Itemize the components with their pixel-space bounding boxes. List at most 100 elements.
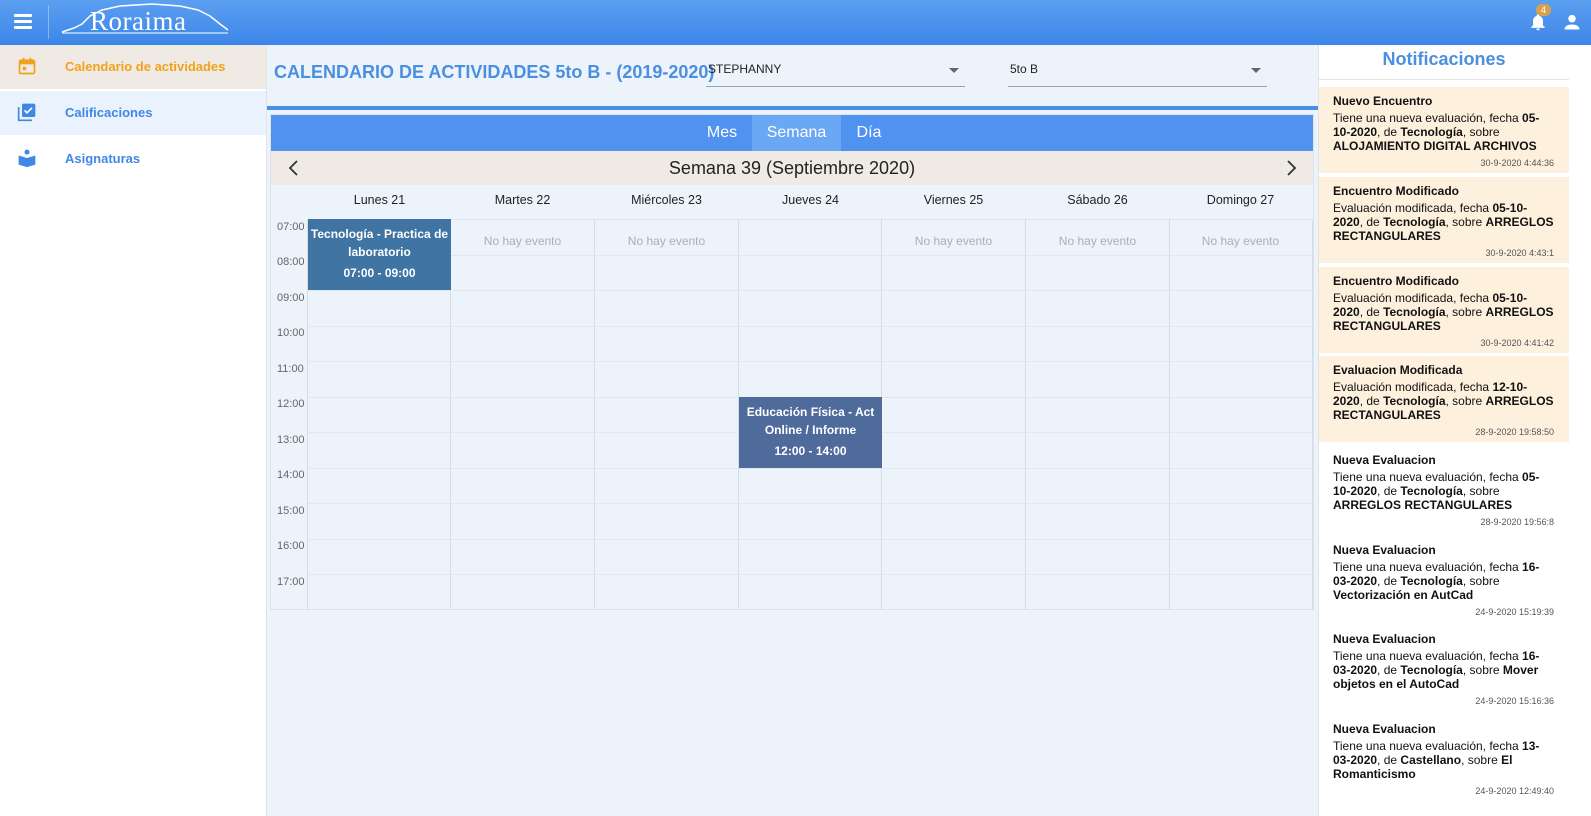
student-select[interactable]: STEPHANNY [706, 59, 965, 87]
notification-item[interactable]: Evaluacion Modificada Evaluación modific… [1319, 356, 1569, 442]
event-time: 07:00 - 09:00 [343, 266, 416, 280]
notification-timestamp: 30-9-2020 4:44:36 [1480, 158, 1554, 168]
notifications-divider [1319, 79, 1569, 80]
notification-timestamp: 24-9-2020 15:19:39 [1475, 607, 1554, 617]
student-select-value: STEPHANNY [708, 62, 782, 76]
notification-item[interactable]: Encuentro Modificado Evaluación modifica… [1319, 267, 1569, 353]
week-title: Semana 39 (Septiembre 2020) [668, 158, 916, 178]
notification-title: Nuevo Encuentro [1333, 94, 1433, 108]
hour-label: 10:00 [277, 327, 305, 339]
calendar-event[interactable]: Educación Física - Act Online / Informe … [739, 397, 882, 468]
section-select[interactable]: 5to B [1008, 59, 1267, 87]
notification-body: Tiene una nueva evaluación, fecha 16-03-… [1333, 649, 1540, 691]
chevron-down-icon [949, 68, 959, 73]
main-content: CALENDARIO DE ACTIVIDADES 5to B - (2019-… [267, 45, 1318, 816]
chevron-down-icon [1251, 68, 1261, 73]
hour-line [307, 574, 1313, 575]
tab-semana[interactable]: Semana [752, 115, 841, 151]
logo-text: Roraima [90, 6, 187, 36]
hour-label: 07:00 [277, 221, 305, 233]
day-column [1169, 220, 1170, 610]
hour-line [307, 539, 1313, 540]
hour-line [307, 255, 1313, 256]
hamburger-menu-icon[interactable] [14, 12, 40, 34]
day-header: Martes 22 [494, 193, 551, 207]
notification-item[interactable]: Nuevo Encuentro Tiene una nueva evaluaci… [1319, 87, 1569, 173]
hour-label: 12:00 [277, 398, 305, 410]
chevron-right-icon[interactable] [1281, 158, 1301, 178]
day-header: Miércoles 23 [631, 193, 702, 207]
notification-item[interactable]: Encuentro Modificado Evaluación modifica… [1319, 177, 1569, 263]
notification-body: Evaluación modificada, fecha 05-10-2020,… [1333, 201, 1554, 243]
sidebar: Calendario de actividades Calificaciones… [0, 45, 267, 816]
user-account-icon[interactable] [1562, 12, 1582, 32]
calendar-week-nav: Semana 39 (Septiembre 2020) [271, 151, 1313, 185]
hour-line [307, 503, 1313, 504]
notification-timestamp: 28-9-2020 19:58:50 [1475, 427, 1554, 437]
roraima-logo[interactable]: Roraima [60, 2, 230, 38]
notification-title: Nueva Evaluacion [1333, 453, 1436, 467]
notification-body: Tiene una nueva evaluación, fecha 13-03-… [1333, 739, 1540, 781]
notifications-scrollbar[interactable] [1569, 45, 1591, 816]
notification-timestamp: 24-9-2020 15:16:36 [1475, 696, 1554, 706]
hour-line [307, 468, 1313, 469]
day-header: Jueves 24 [782, 193, 839, 207]
day-column [594, 220, 595, 610]
section-select-value: 5to B [1010, 62, 1039, 76]
hour-label: 09:00 [277, 292, 305, 304]
top-app-bar: Roraima 4 [0, 0, 1591, 45]
hour-label: 08:00 [277, 256, 305, 268]
notification-item[interactable]: Nueva Evaluacion Tiene una nueva evaluac… [1319, 536, 1569, 622]
hour-label: 13:00 [277, 434, 305, 446]
notification-timestamp: 30-9-2020 4:43:1 [1485, 248, 1554, 258]
notification-title: Encuentro Modificado [1333, 274, 1459, 288]
sidebar-item-label: Asignaturas [65, 151, 141, 166]
notification-item[interactable]: Nueva Evaluacion Tiene una nueva evaluac… [1319, 715, 1569, 801]
sidebar-item-label: Calificaciones [65, 105, 153, 120]
notification-title: Nueva Evaluacion [1333, 722, 1436, 736]
calendar-event[interactable]: Tecnología - Practica de laboratorio 07:… [308, 219, 451, 290]
notifications-title: Notificaciones [1382, 49, 1506, 69]
hour-label: 17:00 [277, 576, 305, 588]
no-event-label: No hay evento [1058, 234, 1137, 248]
notification-timestamp: 30-9-2020 4:41:42 [1480, 338, 1554, 348]
hour-line [307, 361, 1313, 362]
notification-body: Tiene una nueva evaluación, fecha 05-10-… [1333, 470, 1540, 512]
no-event-label: No hay evento [483, 234, 562, 248]
day-column [1312, 220, 1313, 610]
hour-label: 15:00 [277, 505, 305, 517]
no-event-label: No hay evento [627, 234, 706, 248]
event-time: 12:00 - 14:00 [774, 444, 847, 458]
day-header: Lunes 21 [353, 193, 406, 207]
notification-body: Tiene una nueva evaluación, fecha 16-03-… [1333, 560, 1540, 602]
notification-timestamp: 24-9-2020 12:49:40 [1475, 786, 1554, 796]
grades-check-icon [17, 103, 36, 122]
event-title: Educación Física - Act Online / Informe [746, 405, 875, 437]
hour-line [307, 326, 1313, 327]
event-title: Tecnología - Practica de laboratorio [310, 227, 449, 259]
notification-item[interactable]: Nueva Evaluacion Tiene una nueva evaluac… [1319, 446, 1569, 532]
calendar-view-switcher: Mes Semana Día [271, 115, 1313, 151]
notification-count-badge: 4 [1536, 4, 1551, 16]
hour-label: 11:00 [277, 363, 304, 375]
sidebar-item-label: Calendario de actividades [65, 59, 226, 74]
logo-divider [48, 5, 49, 39]
sidebar-item-calificaciones[interactable]: Calificaciones [0, 91, 266, 135]
tab-mes[interactable]: Mes [694, 115, 750, 151]
notifications-panel: Notificaciones Nuevo Encuentro Tiene una… [1318, 45, 1591, 816]
no-event-label: No hay evento [914, 234, 993, 248]
sidebar-item-calendario[interactable]: Calendario de actividades [0, 45, 266, 89]
notification-timestamp: 28-9-2020 19:56:8 [1480, 517, 1554, 527]
notification-body: Tiene una nueva evaluación, fecha 05-10-… [1333, 111, 1540, 153]
notification-item[interactable]: Nueva Evaluacion Tiene una nueva evaluac… [1319, 625, 1569, 711]
reader-book-icon [18, 149, 36, 168]
notification-body: Evaluación modificada, fecha 05-10-2020,… [1333, 291, 1554, 333]
no-event-label: No hay evento [1201, 234, 1280, 248]
notification-title: Nueva Evaluacion [1333, 543, 1436, 557]
notification-title: Encuentro Modificado [1333, 184, 1459, 198]
page-title: CALENDARIO DE ACTIVIDADES 5to B - (2019-… [274, 62, 715, 82]
tab-dia[interactable]: Día [841, 115, 897, 151]
notification-title: Evaluacion Modificada [1333, 363, 1463, 377]
sidebar-item-asignaturas[interactable]: Asignaturas [0, 137, 266, 181]
day-header: Sábado 26 [1067, 193, 1128, 207]
